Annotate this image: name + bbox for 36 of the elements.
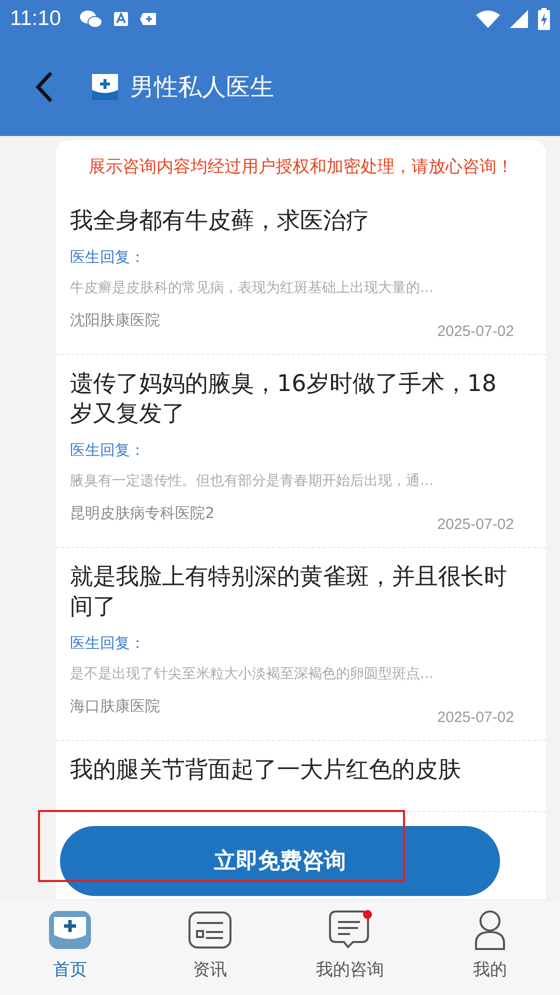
battery-icon [538, 8, 550, 30]
medical-kit-icon [92, 74, 118, 100]
reply-snippet: 是不是出现了针尖至米粒大小淡褐至深褐色的卵圆型斑点... [70, 665, 434, 683]
hospital-name: 昆明皮肤病专科医院2 [70, 504, 215, 523]
privacy-notice: 展示咨询内容均经过用户授权和加密处理，请放心咨询！ [88, 156, 514, 179]
doctor-reply-label: 医生回复： [70, 634, 146, 653]
tab-bar-item[interactable]: 资讯 [140, 900, 280, 995]
back-icon[interactable] [34, 71, 54, 103]
question-title[interactable]: 我全身都有牛皮藓，求医治疗 [70, 206, 514, 236]
doctor-reply-label: 医生回复： [70, 248, 146, 267]
doctor-reply-label: 医生回复： [70, 441, 146, 460]
question-title[interactable]: 遗传了妈妈的腋臭，16岁时做了手术，18岁又复发了 [70, 369, 514, 429]
message-icon [328, 910, 372, 950]
post-date: 2025-07-02 [437, 323, 514, 340]
plus-tag-icon [139, 11, 157, 27]
person-icon [474, 910, 506, 950]
tab-bar-item[interactable]: 首页 [0, 900, 140, 995]
font-app-icon [113, 10, 129, 28]
tab-bar-item[interactable]: 我的 [420, 900, 560, 995]
signal-icon [510, 10, 528, 28]
post-date: 2025-07-02 [437, 709, 514, 726]
reply-snippet: 牛皮癣是皮肤科的常见病，表现为红斑基础上出现大量的... [70, 279, 434, 297]
status-time: 11:10 [10, 7, 61, 31]
question-title[interactable]: 就是我脸上有特别深的黄雀斑，并且很长时间了 [70, 562, 514, 622]
wifi-icon [476, 10, 500, 28]
medical-kit-icon [49, 911, 91, 949]
reply-snippet: 腋臭有一定遗传性。但也有部分是青春期开始后出现，通... [70, 472, 434, 490]
question-title[interactable]: 我的腿关节背面起了一大片红色的皮肤 [70, 755, 514, 785]
hospital-name: 沈阳肤康医院 [70, 311, 160, 330]
hospital-name: 海口肤康医院 [70, 697, 160, 716]
free-consult-button[interactable]: 立即免费咨询 [60, 826, 500, 896]
news-card-icon [188, 911, 232, 949]
tab-bar-item[interactable]: 我的咨询 [280, 900, 420, 995]
post-date: 2025-07-02 [437, 516, 514, 533]
chat-bubbles-icon [79, 9, 103, 29]
header-title: 男性私人医生 [130, 72, 274, 103]
